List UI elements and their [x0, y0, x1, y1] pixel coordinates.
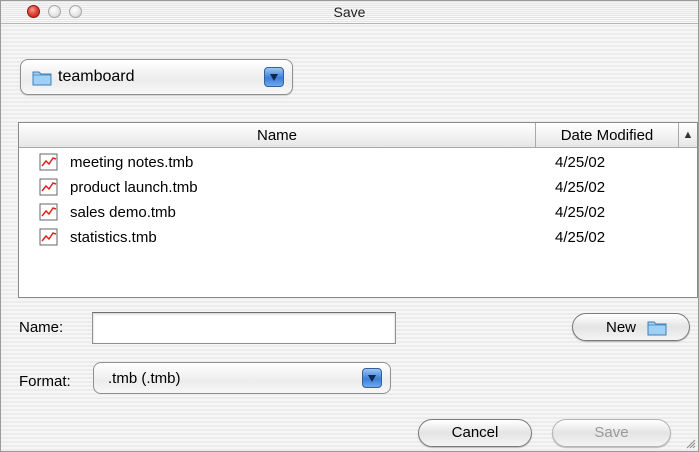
file-browser[interactable]: Name Date Modified ▲ meeting notes.tmb 4… [18, 122, 698, 298]
column-header: Name Date Modified ▲ [19, 123, 697, 148]
file-name: meeting notes.tmb [70, 154, 194, 171]
file-row[interactable]: statistics.tmb 4/25/02 [19, 226, 697, 251]
location-popup[interactable]: teamboard [20, 59, 293, 95]
location-label: teamboard [58, 68, 135, 85]
document-icon [39, 228, 58, 246]
name-field[interactable] [92, 312, 396, 344]
cancel-button[interactable]: Cancel [418, 419, 532, 447]
document-icon [39, 153, 58, 171]
title-bar[interactable]: Save [1, 1, 698, 24]
document-icon [39, 203, 58, 221]
folder-icon [647, 321, 667, 336]
chevron-down-icon[interactable] [362, 368, 382, 388]
format-popup[interactable]: .tmb (.tmb) [93, 362, 391, 394]
window-title: Save [333, 4, 366, 20]
save-dialog: Save teamboard Name Date Modified ▲ meet… [0, 0, 699, 452]
format-value: .tmb (.tmb) [108, 370, 181, 387]
column-name-header[interactable]: Name [19, 127, 535, 144]
new-folder-button[interactable]: New [572, 313, 690, 341]
document-icon [39, 178, 58, 196]
file-date: 4/25/02 [555, 204, 606, 221]
file-date: 4/25/02 [555, 179, 606, 196]
folder-icon [32, 71, 52, 86]
column-divider [678, 123, 679, 148]
file-row[interactable]: meeting notes.tmb 4/25/02 [19, 151, 697, 176]
sort-icon[interactable]: ▲ [681, 127, 695, 143]
file-name: statistics.tmb [70, 229, 157, 246]
new-folder-label: New [606, 319, 637, 336]
file-name: sales demo.tmb [70, 204, 176, 221]
file-date: 4/25/02 [555, 229, 606, 246]
save-button[interactable]: Save [552, 419, 671, 447]
format-label: Format: [19, 373, 71, 390]
name-label: Name: [19, 319, 64, 336]
file-row[interactable]: product launch.tmb 4/25/02 [19, 176, 697, 201]
file-date: 4/25/02 [555, 154, 606, 171]
column-date-header[interactable]: Date Modified [536, 127, 678, 144]
resize-grip-icon[interactable] [684, 437, 696, 449]
file-name: product launch.tmb [70, 179, 198, 196]
chevron-down-icon[interactable] [264, 67, 284, 87]
file-row[interactable]: sales demo.tmb 4/25/02 [19, 201, 697, 226]
